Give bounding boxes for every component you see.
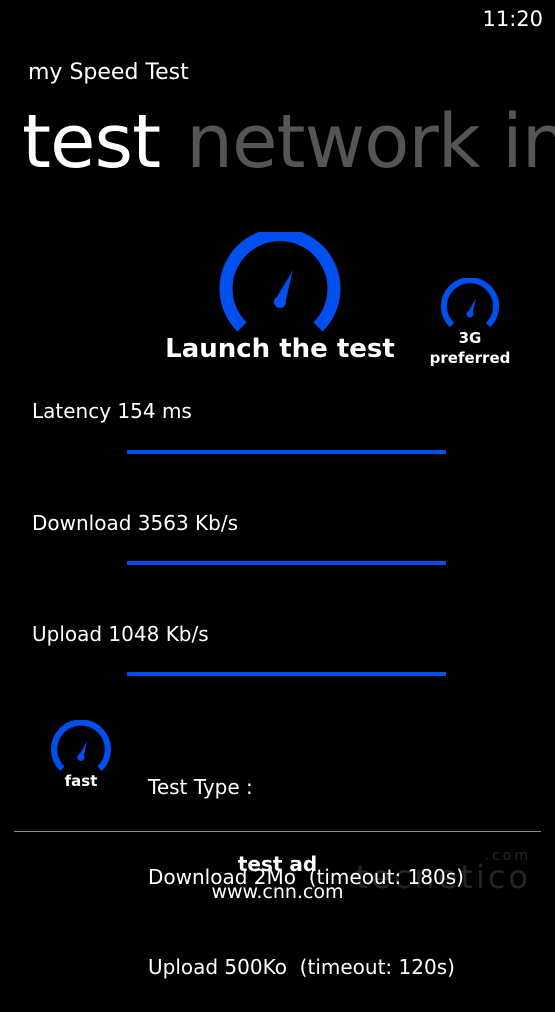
- upload-progress-bar: [127, 672, 446, 676]
- download-progress-bar: [127, 561, 446, 565]
- speed-mode-button[interactable]: fast: [44, 720, 118, 790]
- download-value: Download 3563 Kb/s: [32, 511, 238, 535]
- speedometer-icon: [51, 720, 111, 771]
- network-preference-button[interactable]: 3G preferred: [420, 278, 520, 368]
- launch-test-button[interactable]: Launch the test: [160, 232, 400, 364]
- test-type-heading: Test Type :: [148, 775, 253, 799]
- pivot-header: test network in: [22, 92, 555, 192]
- watermark: tecnetico .com: [356, 848, 531, 896]
- test-type-upload: Upload 500Ko (timeout: 120s): [148, 955, 455, 979]
- pivot-item-network-info[interactable]: network in: [186, 99, 555, 185]
- pivot-item-test[interactable]: test: [22, 99, 161, 185]
- network-preference-label: preferred: [429, 349, 511, 367]
- speedometer-icon: [219, 232, 341, 332]
- status-time: 11:20: [482, 7, 543, 31]
- launch-test-label: Launch the test: [165, 334, 395, 364]
- speedometer-icon: [441, 278, 499, 328]
- network-preference-type: 3G: [458, 329, 482, 347]
- speed-mode-label: fast: [64, 772, 98, 790]
- ad-divider: [14, 831, 541, 832]
- upload-value: Upload 1048 Kb/s: [32, 622, 209, 646]
- watermark-suffix: .com: [484, 848, 531, 864]
- app-title: my Speed Test: [28, 60, 189, 85]
- latency-progress-bar: [127, 450, 446, 454]
- latency-value: Latency 154 ms: [32, 399, 192, 423]
